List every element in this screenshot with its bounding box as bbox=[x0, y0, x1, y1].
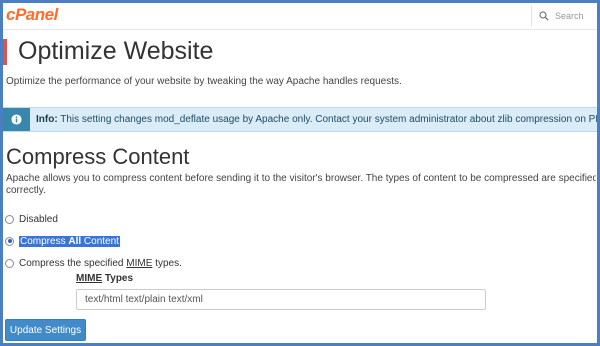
option-disabled-label: Disabled bbox=[19, 213, 58, 225]
section-description: Apache allows you to compress content be… bbox=[6, 173, 596, 197]
section-description-line: Apache allows you to compress content be… bbox=[6, 173, 596, 184]
search-box[interactable] bbox=[531, 6, 597, 26]
mime-abbreviation: MIME bbox=[126, 257, 153, 269]
option-compress-specified[interactable]: Compress the specified MIME types. bbox=[5, 256, 182, 270]
info-icon-container bbox=[3, 108, 30, 131]
option-disabled[interactable]: Disabled bbox=[5, 212, 58, 226]
option-compress-all-label: Compress All Content bbox=[19, 235, 120, 247]
info-icon bbox=[11, 114, 22, 125]
section-description-line: correctly. bbox=[6, 185, 46, 196]
page-title: Optimize Website bbox=[18, 37, 214, 65]
radio-compress-specified[interactable] bbox=[5, 258, 14, 268]
info-label: Info: bbox=[36, 114, 58, 125]
info-message: Info: This setting changes mod_deflate u… bbox=[36, 114, 600, 125]
radio-compress-all[interactable] bbox=[5, 236, 14, 246]
search-input[interactable] bbox=[555, 11, 597, 21]
info-message-text: This setting changes mod_deflate usage b… bbox=[57, 114, 600, 125]
update-settings-button[interactable]: Update Settings bbox=[5, 319, 86, 341]
section-title: Compress Content bbox=[6, 144, 190, 169]
mime-types-label: MIME Types bbox=[76, 273, 134, 284]
cpanel-logo[interactable]: cPanel bbox=[6, 5, 58, 25]
top-bar: cPanel bbox=[3, 3, 597, 30]
page-description: Optimize the performance of your website… bbox=[6, 76, 402, 87]
info-alert: Info: This setting changes mod_deflate u… bbox=[3, 107, 597, 132]
cpanel-window: cPanel Optimize Website Optimize the per… bbox=[0, 0, 600, 346]
option-compress-specified-label: Compress the specified MIME types. bbox=[19, 257, 182, 269]
mime-types-input[interactable] bbox=[76, 289, 486, 310]
search-icon bbox=[539, 11, 549, 21]
radio-disabled[interactable] bbox=[5, 214, 14, 224]
option-compress-all[interactable]: Compress All Content bbox=[5, 234, 120, 248]
page-title-accent bbox=[3, 39, 7, 65]
